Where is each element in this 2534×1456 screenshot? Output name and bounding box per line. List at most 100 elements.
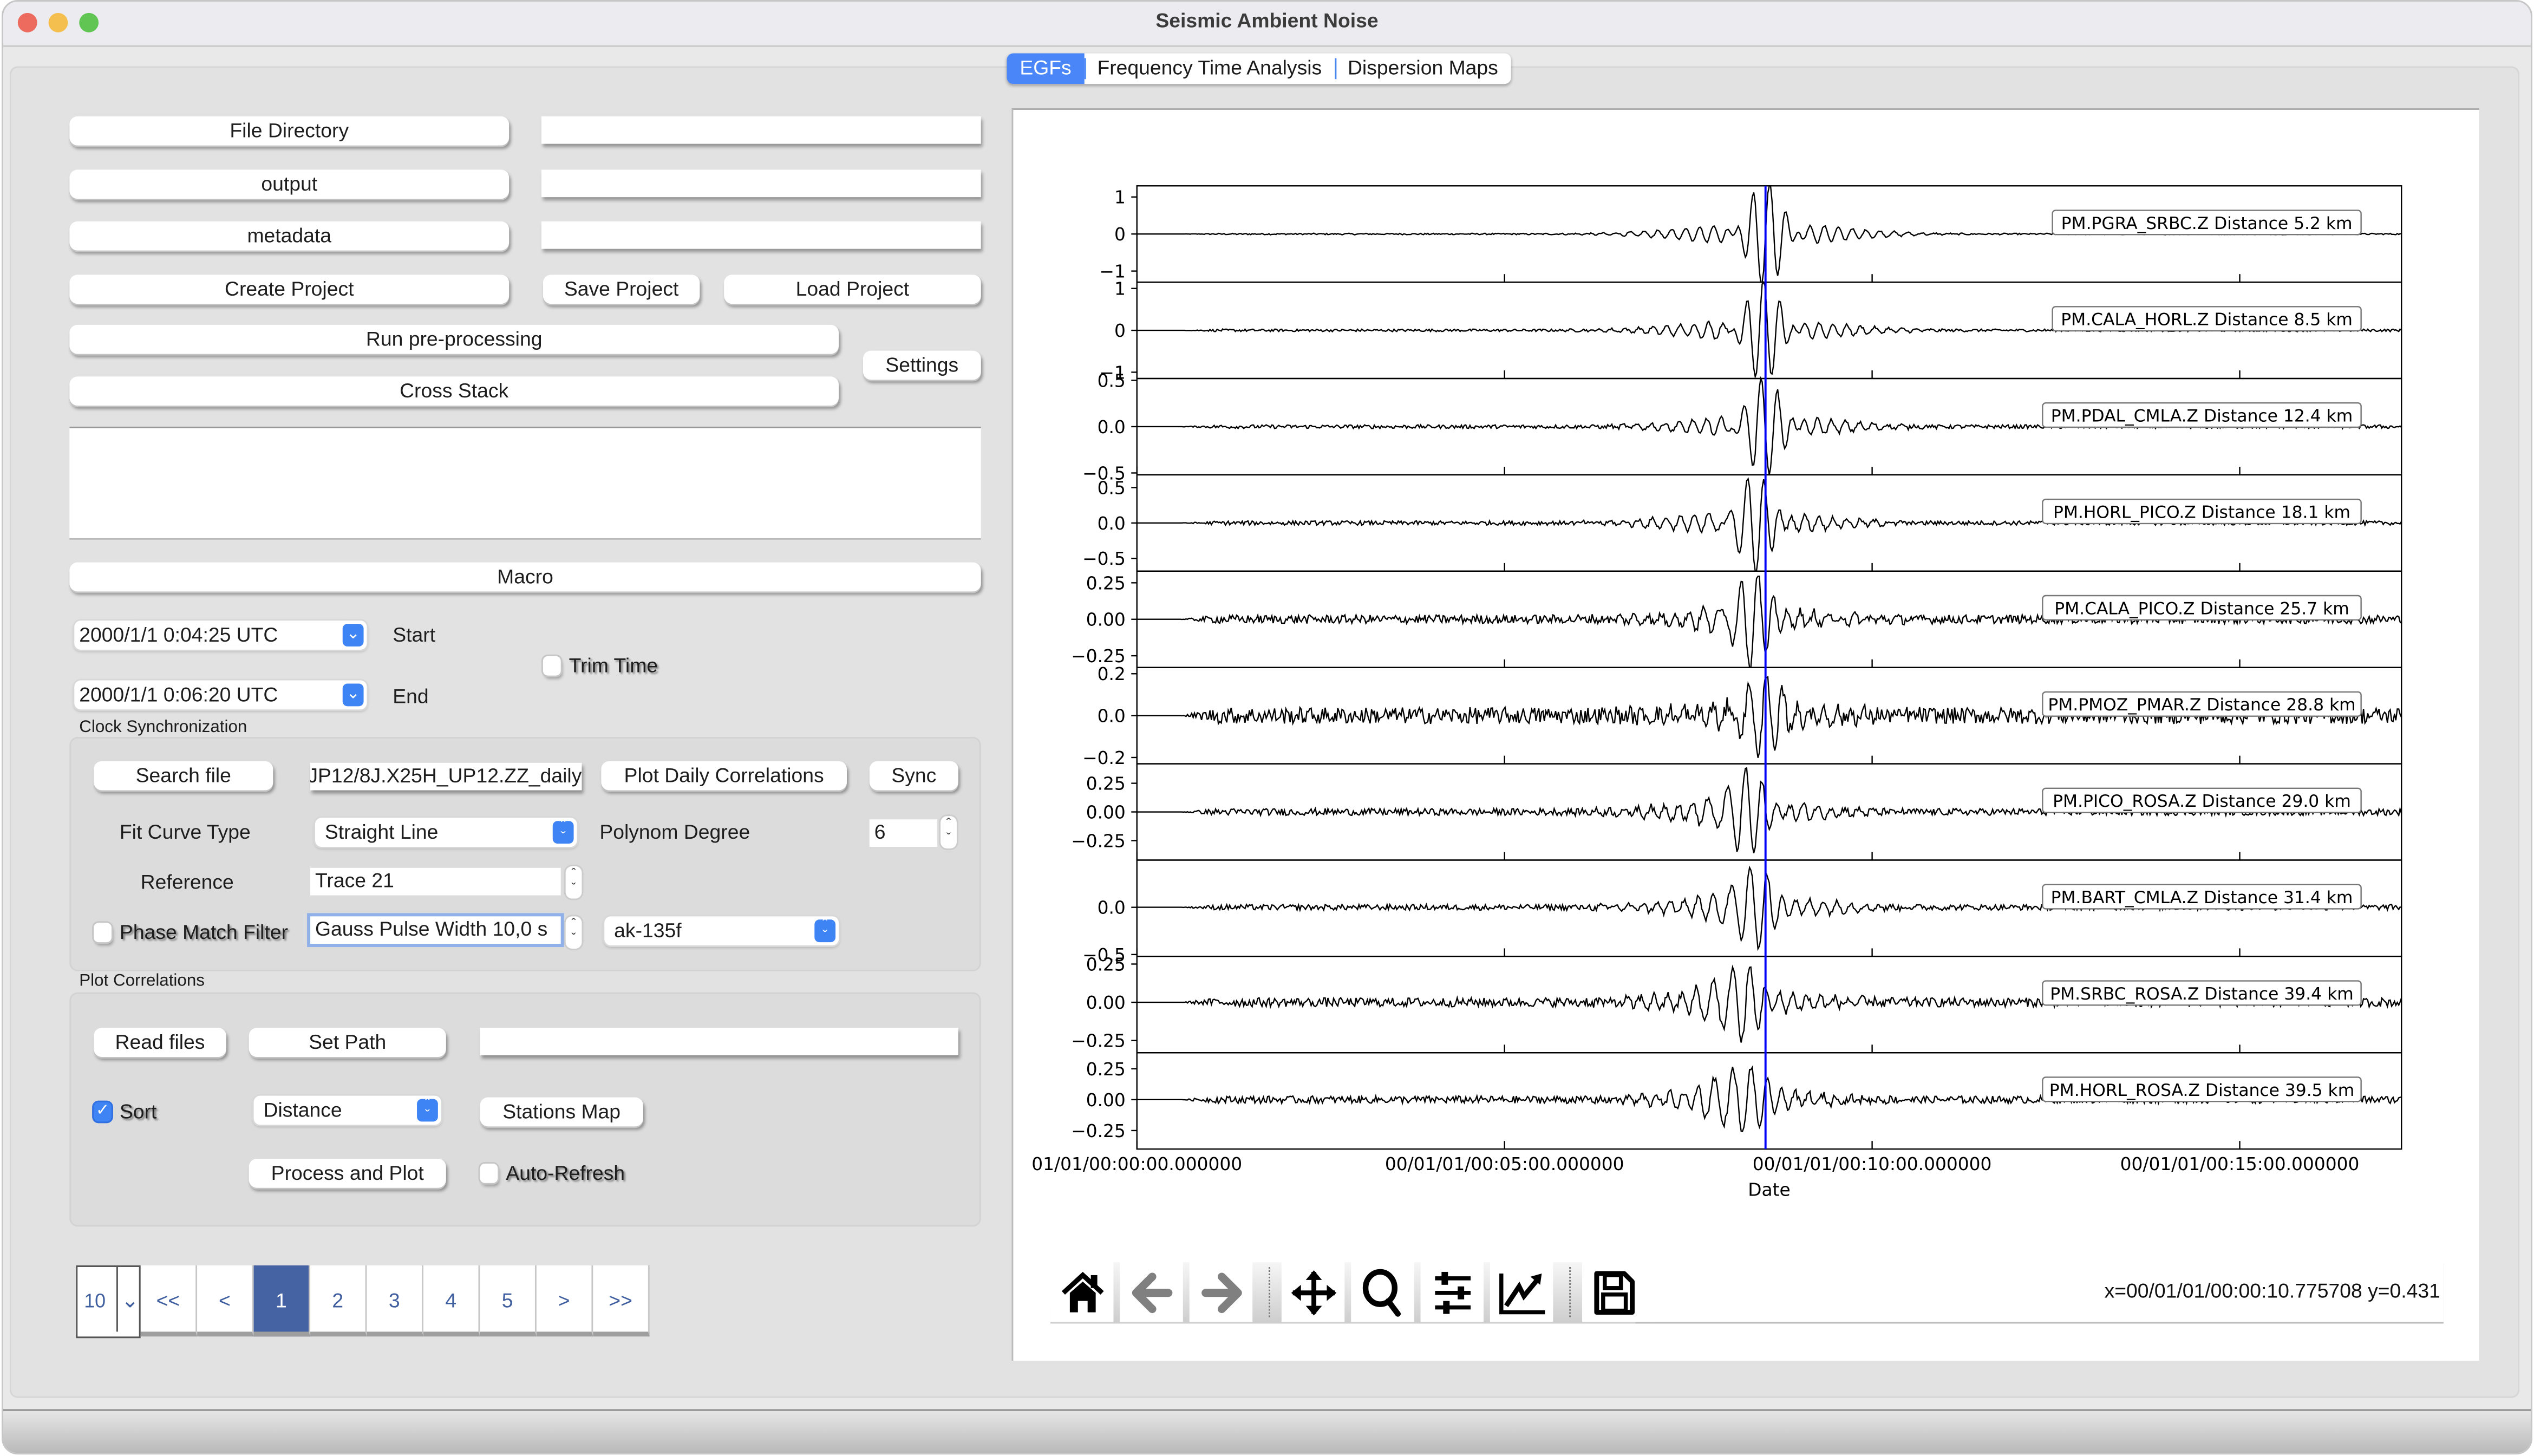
auto-refresh-checkbox[interactable] bbox=[480, 1163, 498, 1183]
file-directory-field[interactable] bbox=[541, 116, 981, 144]
save-project-button[interactable]: Save Project bbox=[543, 275, 700, 304]
file-directory-button[interactable]: File Directory bbox=[69, 116, 510, 146]
output-button[interactable]: output bbox=[69, 169, 510, 199]
stations-map-button[interactable]: Stations Map bbox=[480, 1097, 643, 1127]
start-time-picker[interactable]: 2000/1/1 0:04:25 UTC ⌄ bbox=[74, 621, 367, 650]
y-tick-label: 0.00 bbox=[1086, 993, 1126, 1013]
polynom-degree-input[interactable]: 6 bbox=[869, 819, 938, 847]
sort-checkbox[interactable]: ✓ bbox=[94, 1102, 112, 1122]
y-tick-label: 0.25 bbox=[1086, 573, 1126, 593]
configure-subplots-button[interactable] bbox=[1420, 1262, 1484, 1322]
run-preprocessing-button[interactable]: Run pre-processing bbox=[69, 324, 839, 354]
zoom-button[interactable] bbox=[1351, 1262, 1414, 1322]
trim-time-checkbox[interactable] bbox=[543, 656, 561, 676]
pan-button[interactable] bbox=[1281, 1262, 1345, 1322]
home-button[interactable] bbox=[1050, 1262, 1114, 1322]
page-size-select[interactable]: 10 ⌄ bbox=[76, 1265, 141, 1339]
x-tick-label: 01/01/00:00:00.000000 bbox=[1031, 1154, 1242, 1174]
y-tick-label: 0.25 bbox=[1086, 1059, 1126, 1080]
last-page-button[interactable]: >> bbox=[593, 1265, 650, 1337]
search-file-button[interactable]: Search file bbox=[94, 761, 273, 791]
x-axis-label: Date bbox=[1748, 1180, 1790, 1200]
settings-button[interactable]: Settings bbox=[863, 350, 981, 380]
set-path-button[interactable]: Set Path bbox=[249, 1028, 446, 1057]
path-field[interactable] bbox=[480, 1028, 958, 1056]
earth-model-select[interactable]: ak-135f ˆˇ bbox=[604, 916, 839, 946]
page-button-4[interactable]: 4 bbox=[423, 1265, 480, 1337]
clock-sync-title: Clock Synchronization bbox=[79, 717, 247, 737]
fit-curve-type-select[interactable]: Straight Line ˆˇ bbox=[315, 818, 577, 847]
phase-match-filter-label: Phase Match Filter bbox=[119, 921, 288, 944]
load-project-button[interactable]: Load Project bbox=[724, 275, 981, 304]
trace-label: PM.CALA_HORL.Z Distance 8.5 km bbox=[2052, 306, 2362, 332]
y-tick-label: 0.25 bbox=[1086, 954, 1126, 975]
gauss-pulse-spinner[interactable]: ˆˇ bbox=[565, 916, 582, 949]
y-tick-label: 0.0 bbox=[1098, 898, 1126, 918]
plot-canvas[interactable]: 1 0 −1 PM.PGRA_SRBC.Z Distance 5.2 km 1 0 −1 PM… bbox=[1011, 108, 2479, 1361]
reference-label: Reference bbox=[140, 871, 234, 894]
page-size-value: 10 bbox=[84, 1289, 106, 1313]
trace-label-text: PM.HORL_ROSA.Z Distance 39.5 km bbox=[2049, 1081, 2354, 1100]
toolbar-separator bbox=[1559, 1262, 1582, 1322]
prev-page-button[interactable]: < bbox=[197, 1265, 254, 1337]
toolbar-separator bbox=[1259, 1262, 1282, 1322]
page-button-5[interactable]: 5 bbox=[480, 1265, 537, 1337]
pan-icon bbox=[1290, 1269, 1336, 1315]
tab-egfs[interactable]: EGFs bbox=[1007, 53, 1085, 84]
polynom-degree-spinner[interactable]: ˆˇ bbox=[941, 816, 957, 848]
y-tick-label: 0 bbox=[1114, 224, 1126, 245]
reference-spinner[interactable]: ˆˇ bbox=[565, 866, 582, 899]
sort-by-select[interactable]: Distance ˆˇ bbox=[253, 1095, 441, 1125]
home-icon bbox=[1061, 1271, 1103, 1312]
metadata-button[interactable]: metadata bbox=[69, 221, 510, 251]
first-page-button[interactable]: << bbox=[140, 1265, 198, 1337]
trace-label: PM.SRBC_ROSA.Z Distance 39.4 km bbox=[2042, 980, 2362, 1006]
plot-daily-correlations-button[interactable]: Plot Daily Correlations bbox=[601, 761, 847, 791]
tab-frequency-time-analysis[interactable]: Frequency Time Analysis bbox=[1084, 53, 1335, 84]
create-project-button[interactable]: Create Project bbox=[69, 275, 510, 304]
cursor-coordinates-text: x=00/01/01/00:00:10.775708 y=0.431 bbox=[2104, 1279, 2440, 1303]
trace-label: PM.CALA_PICO.Z Distance 25.7 km bbox=[2042, 595, 2362, 621]
output-field[interactable] bbox=[541, 169, 981, 198]
daily-file-field[interactable]: JP12/8J.X25H_UP12.ZZ_daily bbox=[310, 762, 582, 791]
status-bar bbox=[3, 1409, 2531, 1453]
metadata-field[interactable] bbox=[541, 221, 981, 249]
sync-button[interactable]: Sync bbox=[869, 761, 958, 791]
end-time-picker[interactable]: 2000/1/1 0:06:20 UTC ⌄ bbox=[74, 680, 367, 710]
pagination: 10 ⌄ << < 1 2 3 4 5 > >> bbox=[76, 1265, 650, 1339]
forward-button[interactable] bbox=[1189, 1262, 1253, 1322]
y-tick-label: 0.5 bbox=[1098, 370, 1126, 391]
log-textarea[interactable] bbox=[69, 426, 981, 540]
y-tick-label: 1 bbox=[1114, 279, 1126, 299]
edit-axis-button[interactable] bbox=[1490, 1262, 1553, 1322]
earth-model-value: ak-135f bbox=[614, 919, 682, 943]
trace-label-text: PM.PDAL_CMLA.Z Distance 12.4 km bbox=[2051, 407, 2353, 426]
process-and-plot-button[interactable]: Process and Plot bbox=[249, 1159, 446, 1188]
page-button-3[interactable]: 3 bbox=[367, 1265, 423, 1337]
auto-refresh-label: Auto-Refresh bbox=[506, 1161, 625, 1185]
reference-input[interactable]: Trace 21 bbox=[310, 867, 561, 896]
cross-stack-button[interactable]: Cross Stack bbox=[69, 376, 839, 406]
macro-button[interactable]: Macro bbox=[69, 562, 981, 592]
gauss-pulse-width-input[interactable]: Gauss Pulse Width 10,0 s bbox=[310, 916, 561, 944]
cursor-coordinates: x=00/01/01/00:00:10.775708 y=0.431 bbox=[1635, 1262, 2444, 1322]
window-title: Seismic Ambient Noise bbox=[1155, 9, 1379, 32]
trace-label: PM.BART_CMLA.Z Distance 31.4 km bbox=[2042, 884, 2362, 910]
start-time-value: 2000/1/1 0:04:25 UTC bbox=[79, 624, 278, 647]
read-files-button[interactable]: Read files bbox=[94, 1028, 226, 1057]
next-page-button[interactable]: > bbox=[536, 1265, 593, 1337]
trace-label-text: PM.BART_CMLA.Z Distance 31.4 km bbox=[2051, 888, 2353, 907]
phase-match-filter-checkbox[interactable] bbox=[94, 923, 112, 943]
chevron-down-icon: ⌄ bbox=[121, 1288, 139, 1313]
trace-line bbox=[1137, 676, 2402, 758]
tab-dispersion-maps[interactable]: Dispersion Maps bbox=[1335, 53, 1511, 84]
egf-waveform-chart[interactable]: 10−1PM.PGRA_SRBC.Z Distance 5.2 km10−1PM… bbox=[1013, 110, 2480, 1362]
edit-axis-icon bbox=[1498, 1272, 1544, 1314]
y-tick-label: 0.00 bbox=[1086, 1090, 1126, 1111]
up-down-chevron-icon: ˆˇ bbox=[552, 819, 574, 845]
y-tick-label: 0.00 bbox=[1086, 802, 1126, 822]
page-button-1[interactable]: 1 bbox=[253, 1265, 311, 1337]
page-button-2[interactable]: 2 bbox=[310, 1265, 367, 1337]
configure-subplots-icon bbox=[1434, 1271, 1470, 1314]
back-button[interactable] bbox=[1120, 1262, 1183, 1322]
